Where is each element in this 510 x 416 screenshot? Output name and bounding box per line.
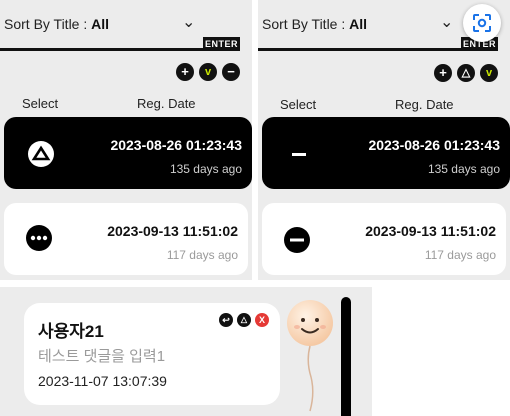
triangle-button[interactable]: △ (237, 313, 251, 327)
list-item[interactable]: 2023-09-13 11:51:02 117 days ago (4, 203, 248, 275)
comment-panel: 사용자21 테스트 댓글을 입력1 2023-11-07 13:07:39 ↩ … (0, 287, 372, 416)
scan-icon (473, 14, 491, 32)
reg-ago: 135 days ago (169, 162, 242, 176)
add-button[interactable]: + (176, 63, 194, 81)
list-item[interactable]: 2023-09-13 11:51:02 117 days ago (262, 203, 506, 275)
reg-date: 2023-09-13 11:51:02 (107, 223, 238, 239)
list-item[interactable]: 2023-08-26 01:23:43 135 days ago (262, 117, 510, 189)
enter-button[interactable]: ENTER (203, 37, 240, 51)
reg-ago: 117 days ago (424, 248, 496, 262)
sort-dropdown[interactable]: Sort By Title : All ⌄ ENTER (258, 8, 498, 51)
comment-author: 사용자21 (38, 322, 104, 341)
more-dots-icon[interactable] (26, 225, 52, 251)
triangle-icon[interactable] (28, 141, 54, 167)
check-button[interactable]: v (199, 63, 217, 81)
minus-circle-icon[interactable] (284, 227, 310, 253)
right-list-panel: Sort By Title : All ⌄ ENTER + △ v Select… (258, 0, 510, 280)
column-select: Select (22, 96, 59, 111)
comment-text: 테스트 댓글을 입력1 (38, 348, 166, 365)
column-select: Select (280, 97, 317, 112)
triangle-button[interactable]: △ (457, 64, 475, 82)
chevron-down-icon[interactable]: ⌄ (440, 12, 453, 32)
delete-button[interactable]: X (255, 313, 269, 327)
check-button[interactable]: v (480, 64, 498, 82)
balloon-mascot-icon (287, 300, 333, 412)
reg-date: 2023-08-26 01:23:43 (110, 137, 242, 153)
minus-icon[interactable] (286, 141, 312, 167)
reg-ago: 135 days ago (427, 162, 500, 176)
scrollbar[interactable] (341, 297, 351, 416)
remove-button[interactable]: − (222, 63, 240, 81)
reg-date: 2023-08-26 01:23:43 (368, 137, 500, 153)
left-list-panel: Sort By Title : All ⌄ ENTER + v − Select… (0, 0, 252, 280)
comment-card: 사용자21 테스트 댓글을 입력1 2023-11-07 13:07:39 ↩ … (24, 303, 280, 405)
column-reg-date: Reg. Date (395, 97, 454, 112)
scan-button[interactable] (463, 4, 501, 42)
reply-button[interactable]: ↩ (219, 313, 233, 327)
sort-label: Sort By Title : All (262, 16, 368, 32)
list-item[interactable]: 2023-08-26 01:23:43 135 days ago (4, 117, 252, 189)
reg-ago: 117 days ago (166, 248, 238, 262)
reg-date: 2023-09-13 11:51:02 (365, 223, 496, 239)
add-button[interactable]: + (434, 64, 452, 82)
sort-dropdown[interactable]: Sort By Title : All ⌄ ENTER (0, 8, 240, 51)
sort-label: Sort By Title : All (4, 16, 110, 32)
comment-timestamp: 2023-11-07 13:07:39 (38, 373, 167, 389)
chevron-down-icon[interactable]: ⌄ (182, 12, 195, 32)
column-reg-date: Reg. Date (137, 96, 196, 111)
